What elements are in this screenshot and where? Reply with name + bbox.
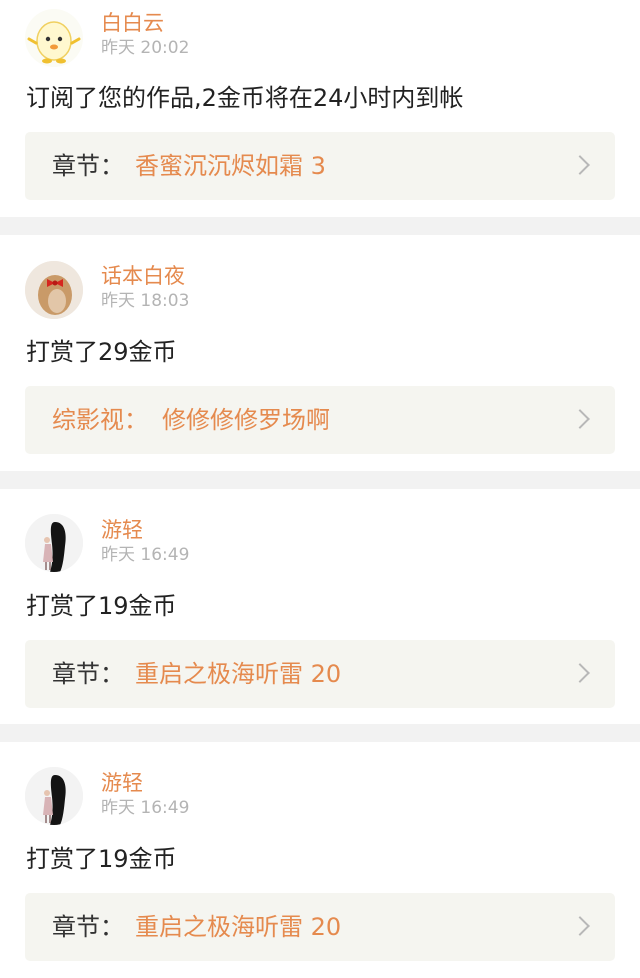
chevron-right-icon	[555, 386, 615, 454]
notification-message: 打赏了19金币	[26, 592, 177, 620]
link-prefix: 章节：	[52, 913, 124, 941]
user-name[interactable]: 话本白夜	[101, 263, 185, 289]
link-title: 香蜜沉沉烬如霜 3	[135, 152, 326, 180]
girl-bow-avatar[interactable]	[25, 261, 83, 319]
user-name[interactable]: 游轻	[101, 517, 143, 543]
notification-card: 游轻 昨天 16:49 打赏了19金币 章节： 重启之极海听雷 20	[0, 742, 640, 978]
egg-mascot-avatar[interactable]	[25, 9, 83, 67]
notification-card: 游轻 昨天 16:49 打赏了19金币 章节： 重启之极海听雷 20	[0, 489, 640, 724]
long-hair-girl-avatar[interactable]	[25, 767, 83, 825]
notification-message: 订阅了您的作品,2金币将在24小时内到帐	[26, 84, 464, 112]
long-hair-girl-avatar[interactable]	[25, 514, 83, 572]
timestamp: 昨天 20:02	[101, 38, 190, 58]
timestamp: 昨天 16:49	[101, 545, 190, 565]
timestamp: 昨天 18:03	[101, 291, 190, 311]
work-link[interactable]: 章节： 重启之极海听雷 20	[25, 640, 615, 708]
link-title: 重启之极海听雷 20	[135, 913, 342, 941]
link-title: 修修修修罗场啊	[162, 406, 330, 434]
user-name[interactable]: 游轻	[101, 770, 143, 796]
work-link[interactable]: 章节： 重启之极海听雷 20	[25, 893, 615, 961]
link-prefix: 章节：	[52, 660, 124, 688]
user-name[interactable]: 白白云	[101, 10, 164, 36]
timestamp: 昨天 16:49	[101, 798, 190, 818]
notification-message: 打赏了29金币	[26, 338, 177, 366]
work-link[interactable]: 章节： 香蜜沉沉烬如霜 3	[25, 132, 615, 200]
notification-card: 白白云 昨天 20:02 订阅了您的作品,2金币将在24小时内到帐 章节： 香蜜…	[0, 0, 640, 217]
link-title: 重启之极海听雷 20	[135, 660, 342, 688]
chevron-right-icon	[555, 132, 615, 200]
notification-feed: 白白云 昨天 20:02 订阅了您的作品,2金币将在24小时内到帐 章节： 香蜜…	[0, 0, 640, 978]
chevron-right-icon	[555, 893, 615, 961]
chevron-right-icon	[555, 640, 615, 708]
link-prefix: 章节：	[52, 152, 124, 180]
work-link[interactable]: 综影视： 修修修修罗场啊	[25, 386, 615, 454]
notification-card: 话本白夜 昨天 18:03 打赏了29金币 综影视： 修修修修罗场啊	[0, 235, 640, 471]
link-prefix: 综影视：	[52, 406, 148, 434]
notification-message: 打赏了19金币	[26, 845, 177, 873]
